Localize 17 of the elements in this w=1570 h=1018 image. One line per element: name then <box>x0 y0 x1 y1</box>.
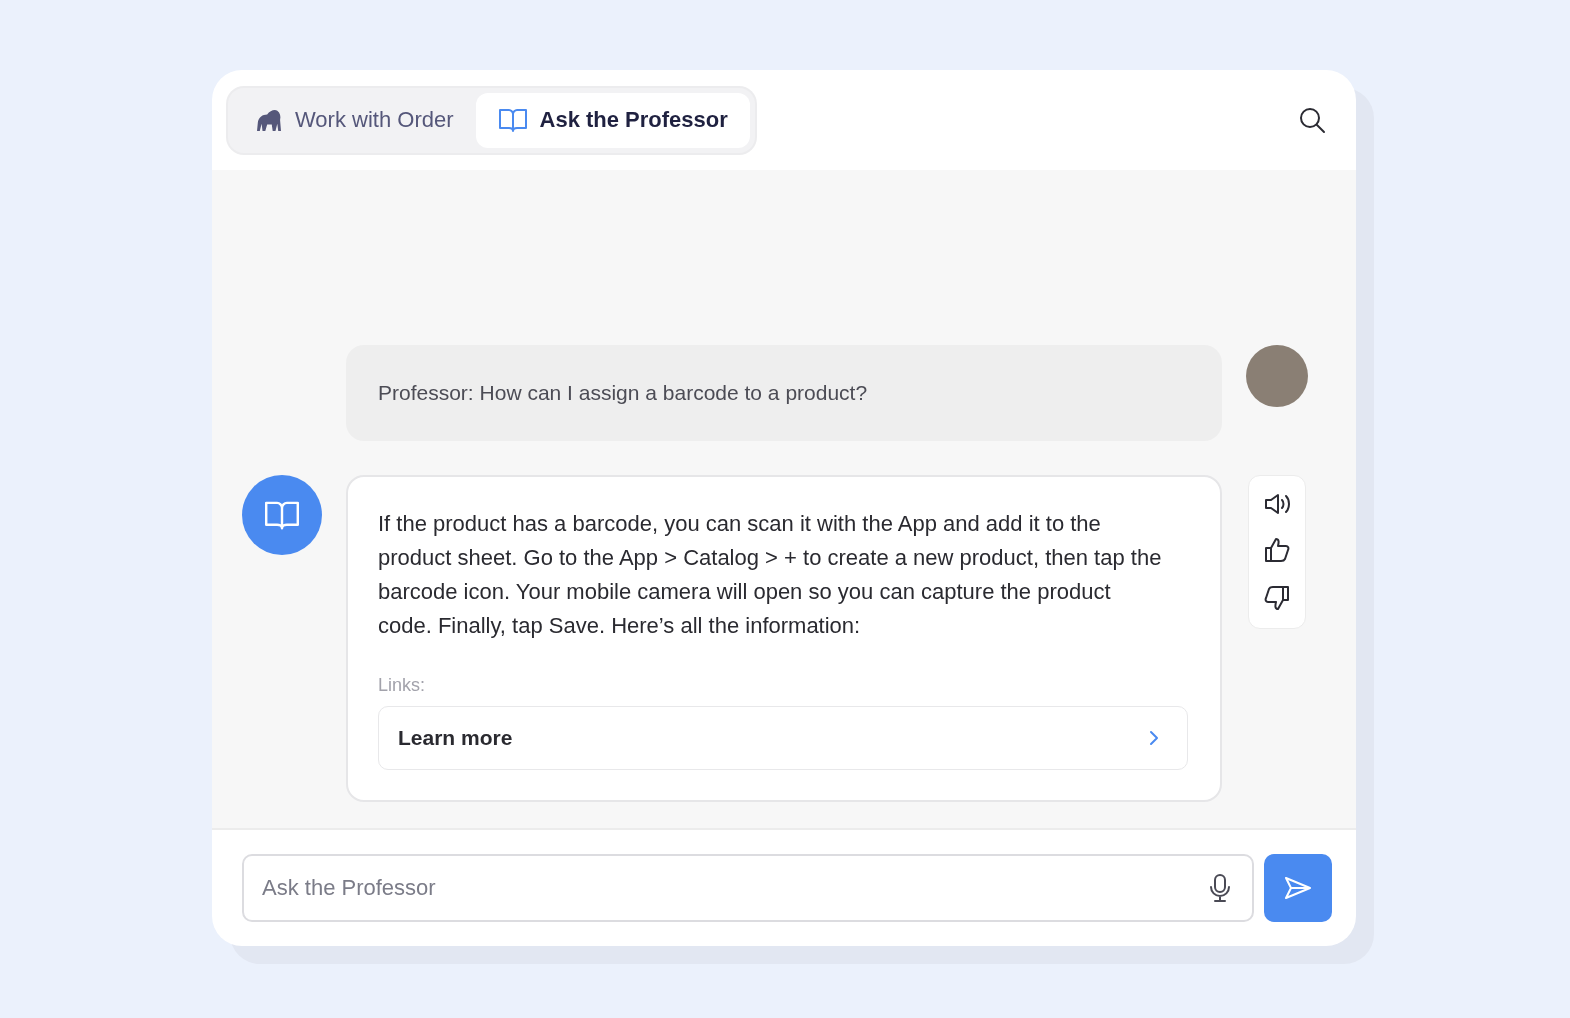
message-field[interactable]: Ask the Professor <box>242 854 1254 922</box>
microphone-icon[interactable] <box>1210 873 1230 903</box>
thumbs-up-icon[interactable] <box>1263 536 1291 564</box>
chevron-right-icon <box>1149 730 1159 746</box>
learn-more-link[interactable]: Learn more <box>378 706 1188 770</box>
speaker-icon[interactable] <box>1263 492 1291 516</box>
thumbs-down-icon[interactable] <box>1263 584 1291 612</box>
book-icon <box>497 106 528 134</box>
send-button[interactable] <box>1264 854 1332 922</box>
search-icon[interactable] <box>1298 106 1326 134</box>
message-text: If the product has a barcode, you can scan it with the App and add it to the product sheet. Go to the App > Catalog > + to create a new product, then tap the barcode icon. Your mobile camera will open so you can capture the product code. Finally, tap Save. Here’s all the information: <box>378 510 1163 640</box>
send-icon <box>1284 876 1312 900</box>
gorilla-icon <box>255 108 283 132</box>
message-text: Professor: How can I assign a barcode to a product? <box>378 380 869 406</box>
tab[interactable]: Work with Order <box>233 92 476 148</box>
tab[interactable]: Ask the Professor <box>475 92 750 148</box>
links-label: Links: <box>378 675 427 696</box>
